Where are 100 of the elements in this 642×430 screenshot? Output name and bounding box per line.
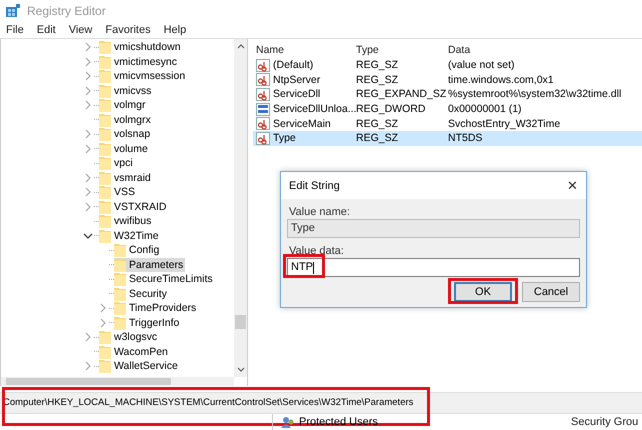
tree-item[interactable]: vmicvss bbox=[99, 84, 154, 98]
string-value-icon bbox=[256, 73, 270, 86]
folder-icon bbox=[99, 98, 111, 112]
folder-icon bbox=[99, 156, 111, 170]
value-type: REG_SZ bbox=[355, 59, 400, 72]
tree-item[interactable]: TriggerInfo bbox=[114, 316, 182, 330]
menu-item[interactable]: File bbox=[4, 24, 29, 36]
folder-icon bbox=[114, 301, 126, 316]
value-row[interactable]: ServiceDllUnloa...REG_DWORD 0x00000001 (1) bbox=[253, 102, 642, 116]
folder-icon bbox=[114, 272, 126, 286]
tree-item[interactable]: vmictimesync bbox=[99, 54, 180, 69]
value-name: ServiceMain bbox=[273, 118, 331, 130]
chevron-right-icon[interactable] bbox=[83, 100, 93, 110]
horizontal-scrollbar[interactable] bbox=[1, 377, 234, 386]
value-row[interactable]: ServiceDll REG_EXPAND_SZ %systemroot%\system32\w32time.dll bbox=[253, 87, 642, 102]
tree-item[interactable]: SecureTimeLimits bbox=[114, 272, 215, 286]
close-button[interactable]: ✕ bbox=[567, 178, 578, 193]
value-type: REG_EXPAND_SZ bbox=[355, 88, 445, 100]
menu-item[interactable]: Favorites bbox=[103, 24, 156, 36]
menu-item[interactable]: View bbox=[66, 24, 98, 36]
tree-item[interactable]: Parameters bbox=[114, 258, 186, 272]
tree-item[interactable]: Config bbox=[114, 243, 162, 258]
users-icon bbox=[281, 416, 295, 428]
folder-icon bbox=[99, 185, 111, 200]
chevron-right-icon[interactable] bbox=[83, 332, 93, 342]
tree-item[interactable]: WacomPen bbox=[99, 344, 170, 359]
chevron-right-icon[interactable] bbox=[83, 361, 93, 372]
value-type: REG_SZ bbox=[355, 118, 400, 130]
value-row[interactable]: Type REG_SZ NT5DS bbox=[253, 130, 642, 146]
tree-item[interactable]: vpci bbox=[99, 156, 135, 170]
chevron-right-icon[interactable] bbox=[83, 187, 93, 198]
ok-button[interactable]: OK bbox=[454, 282, 512, 302]
value-row[interactable]: NtpServer REG_SZ time.windows.com,0x1 bbox=[253, 72, 642, 88]
cancel-button[interactable]: Cancel bbox=[522, 282, 580, 302]
value-name-field[interactable]: Type bbox=[287, 219, 580, 238]
scroll-thumb[interactable] bbox=[235, 315, 246, 329]
tree-item[interactable]: volmgr bbox=[99, 98, 148, 112]
value-name: NtpServer bbox=[273, 74, 320, 86]
value-data: time.windows.com,0x1 bbox=[447, 74, 555, 86]
column-header[interactable]: Data bbox=[445, 44, 642, 56]
chevron-right-icon[interactable] bbox=[98, 318, 108, 328]
scroll-up-icon bbox=[236, 43, 244, 49]
tree-item[interactable]: VSTXRAID bbox=[99, 200, 169, 214]
tree-item[interactable]: w3logsvc bbox=[99, 330, 160, 344]
value-row[interactable]: (Default) REG_SZ (value not set) bbox=[253, 58, 642, 73]
folder-icon bbox=[99, 142, 111, 156]
tree-item[interactable]: volsnap bbox=[99, 127, 152, 142]
value-name: ServiceDll bbox=[273, 88, 320, 100]
dialog-title: Edit String bbox=[289, 180, 340, 192]
column-header[interactable]: Name bbox=[253, 44, 353, 56]
chevron-right-icon[interactable] bbox=[98, 303, 108, 314]
tree-item[interactable]: W32Time bbox=[99, 228, 161, 243]
folder-icon bbox=[99, 40, 111, 54]
chevron-right-icon[interactable] bbox=[83, 129, 93, 140]
folder-icon bbox=[99, 214, 111, 228]
tree-item[interactable]: vwifibus bbox=[99, 214, 154, 228]
group-type: Security Grou bbox=[571, 416, 638, 428]
string-value-icon bbox=[256, 117, 270, 130]
menu-item[interactable]: Help bbox=[162, 24, 192, 36]
folder-icon bbox=[114, 286, 126, 301]
tree-item[interactable]: volmgrx bbox=[99, 112, 153, 127]
value-data: SvchostEntry_W32Time bbox=[447, 118, 562, 130]
scroll-thumb[interactable] bbox=[6, 378, 171, 385]
value-data: (value not set) bbox=[447, 59, 516, 72]
tree-item[interactable]: TimeProviders bbox=[114, 301, 198, 316]
chevron-right-icon[interactable] bbox=[83, 144, 93, 154]
chevron-right-icon[interactable] bbox=[83, 172, 93, 183]
tree-item[interactable]: vsmraid bbox=[99, 170, 153, 185]
chevron-right-icon[interactable] bbox=[83, 202, 93, 212]
column-header[interactable]: Type bbox=[353, 44, 445, 56]
field-label: Value name: bbox=[288, 205, 351, 219]
value-data-field[interactable]: NTP bbox=[287, 258, 580, 277]
value-name: Type bbox=[273, 132, 296, 144]
folder-icon bbox=[114, 258, 126, 272]
chevron-right-icon[interactable] bbox=[83, 56, 93, 67]
tree-item[interactable]: VSS bbox=[99, 185, 138, 200]
value-data: 0x00000001 (1) bbox=[447, 103, 523, 116]
value-name: (Default) bbox=[273, 59, 314, 72]
tree-item[interactable]: WalletService bbox=[99, 359, 180, 374]
chevron-right-icon[interactable] bbox=[83, 71, 93, 82]
window-title: Registry Editor bbox=[27, 4, 106, 18]
folder-icon bbox=[114, 243, 126, 258]
value-data: NT5DS bbox=[447, 132, 484, 144]
chevron-down-icon[interactable] bbox=[83, 230, 93, 241]
status-bar: Computer\HKEY_LOCAL_MACHINE\SYSTEM\CurrentControlSet\Services\W32Time\Parameters bbox=[0, 392, 642, 414]
menu-item[interactable]: Edit bbox=[34, 24, 61, 36]
folder-icon bbox=[99, 127, 111, 142]
string-value-icon bbox=[256, 88, 270, 101]
folder-icon bbox=[114, 316, 126, 330]
vertical-scrollbar[interactable] bbox=[234, 39, 247, 377]
value-row[interactable]: ServiceMain REG_SZ SvchostEntry_W32Time bbox=[253, 116, 642, 131]
chevron-right-icon[interactable] bbox=[83, 42, 93, 52]
tree-item[interactable]: volume bbox=[99, 142, 150, 156]
tree-item[interactable]: vmicvmsession bbox=[99, 69, 188, 84]
chevron-right-icon[interactable] bbox=[83, 86, 93, 96]
tree-item[interactable]: vmicshutdown bbox=[99, 40, 183, 54]
value-type: REG_SZ bbox=[355, 74, 400, 86]
string-value-icon bbox=[256, 132, 270, 145]
folder-icon bbox=[99, 330, 111, 344]
tree-item[interactable]: Security bbox=[114, 286, 169, 301]
